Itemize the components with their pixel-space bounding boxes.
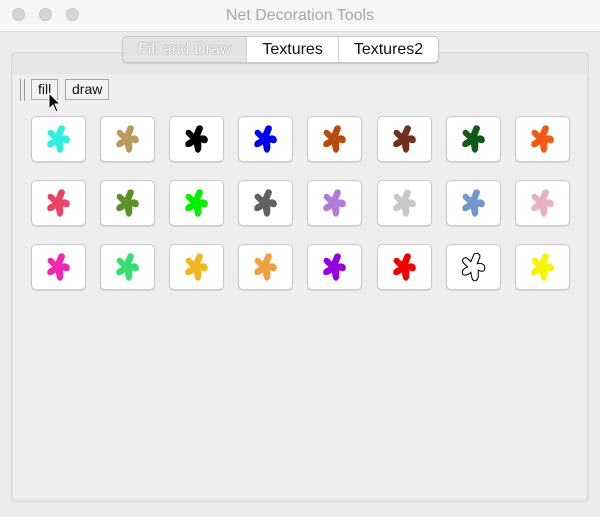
color-swatch-button[interactable] <box>377 116 432 162</box>
splat-icon <box>251 251 281 283</box>
color-swatch-button[interactable] <box>307 116 362 162</box>
color-swatch-button[interactable] <box>307 244 362 290</box>
color-swatch-button[interactable] <box>169 244 224 290</box>
mouse-cursor-icon <box>48 92 62 114</box>
splat-icon <box>459 187 489 219</box>
splat-icon <box>44 187 74 219</box>
splat-icon <box>390 251 420 283</box>
tab-bar: Fill and Draw Textures Textures2 <box>122 36 439 63</box>
splat-icon <box>251 187 281 219</box>
color-swatch-button[interactable] <box>446 180 501 226</box>
color-swatch-button[interactable] <box>238 180 293 226</box>
color-swatch-button[interactable] <box>446 116 501 162</box>
color-swatch-button[interactable] <box>169 180 224 226</box>
splat-icon <box>44 123 74 155</box>
splat-icon <box>320 251 350 283</box>
splat-icon <box>528 187 558 219</box>
tab-textures[interactable]: Textures <box>247 37 338 62</box>
splat-icon <box>113 251 143 283</box>
color-swatch-button[interactable] <box>307 180 362 226</box>
color-swatch-button[interactable] <box>515 244 570 290</box>
splat-icon <box>320 123 350 155</box>
color-swatch-button[interactable] <box>31 244 86 290</box>
color-swatch-button[interactable] <box>169 116 224 162</box>
splat-icon <box>390 123 420 155</box>
color-swatch-button[interactable] <box>377 180 432 226</box>
color-swatch-button[interactable] <box>515 116 570 162</box>
color-swatch-button[interactable] <box>238 116 293 162</box>
color-swatch-button[interactable] <box>31 180 86 226</box>
splat-icon <box>459 123 489 155</box>
color-swatch-button[interactable] <box>31 116 86 162</box>
splat-icon <box>528 251 558 283</box>
color-swatch-button[interactable] <box>515 180 570 226</box>
toolbar-grip[interactable] <box>20 79 25 101</box>
splat-icon <box>182 251 212 283</box>
splat-icon <box>390 187 420 219</box>
color-swatch-button[interactable] <box>100 180 155 226</box>
tab-textures2[interactable]: Textures2 <box>339 37 438 62</box>
color-swatch-button[interactable] <box>100 116 155 162</box>
splat-icon <box>44 251 74 283</box>
splat-icon <box>113 187 143 219</box>
splat-icon <box>528 123 558 155</box>
splat-icon <box>182 187 212 219</box>
splat-icon <box>320 187 350 219</box>
window-title: Net Decoration Tools <box>0 7 600 25</box>
color-swatch-button[interactable] <box>446 244 501 290</box>
color-swatch-button[interactable] <box>238 244 293 290</box>
splat-icon <box>113 123 143 155</box>
draw-button[interactable]: draw <box>65 79 109 100</box>
tab-fill-and-draw[interactable]: Fill and Draw <box>123 37 247 62</box>
title-bar: Net Decoration Tools <box>0 0 600 32</box>
color-swatch-button[interactable] <box>377 244 432 290</box>
splat-icon <box>251 123 281 155</box>
splat-icon <box>182 123 212 155</box>
color-swatch-button[interactable] <box>100 244 155 290</box>
splat-icon <box>459 251 489 283</box>
